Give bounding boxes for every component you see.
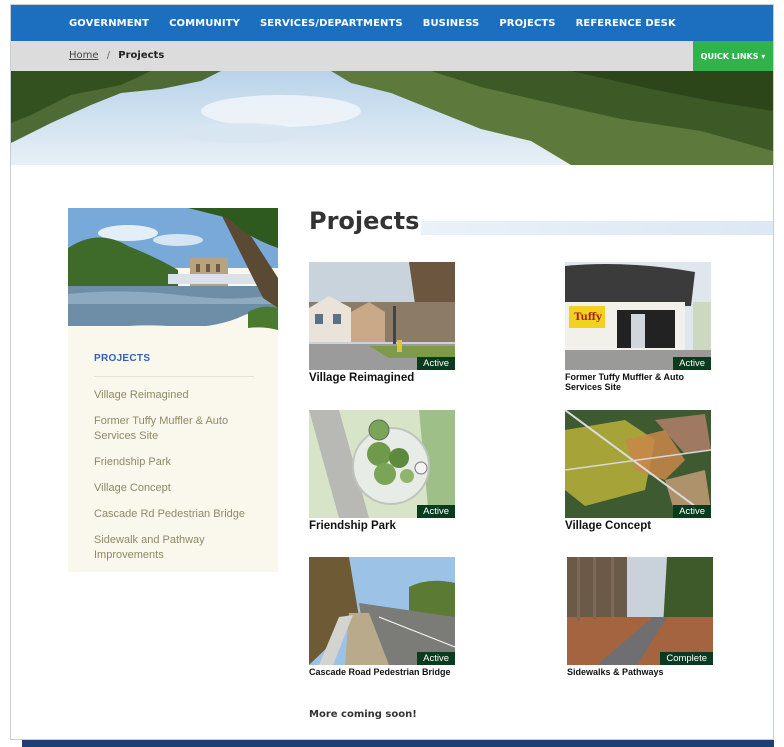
project-caption[interactable]: Village Reimagined [309,372,459,385]
breadcrumb-home-link[interactable]: Home [69,50,99,61]
project-card-sidewalks-pathways[interactable]: Complete Sidewalks & Pathways [567,557,717,677]
heading-accent-band [421,221,773,235]
status-badge: Active [417,652,455,665]
sidebar-item-friendship-park[interactable]: Friendship Park [94,455,264,470]
project-thumbnail[interactable]: Tuffy Active [565,262,711,370]
more-coming-note: More coming soon! [309,709,417,720]
web-page: GOVERNMENT COMMUNITY SERVICES/DEPARTMENT… [10,4,774,740]
hero-banner-image [11,71,773,165]
project-thumbnail[interactable]: Active [309,557,455,665]
project-card-cascade-road-bridge[interactable]: Active Cascade Road Pedestrian Bridge [309,557,459,677]
status-badge: Active [417,357,455,370]
project-card-friendship-park[interactable]: Active Friendship Park [309,410,459,533]
quick-links-button[interactable]: QUICK LINKS ▾ [693,41,773,71]
status-badge: Active [673,357,711,370]
nav-services-departments[interactable]: SERVICES/DEPARTMENTS [260,18,403,29]
sidebar-item-former-tuffy-muffler[interactable]: Former Tuffy Muffler & Auto Services Sit… [94,414,264,444]
breadcrumb-bar: Home / Projects [11,41,773,71]
status-badge: Active [417,505,455,518]
project-caption[interactable]: Friendship Park [309,520,459,533]
nav-projects[interactable]: PROJECTS [499,18,555,29]
sidebar: PROJECTS Village Reimagined Former Tuffy… [68,208,278,572]
project-caption[interactable]: Cascade Road Pedestrian Bridge [309,667,459,677]
project-thumbnail[interactable]: Complete [567,557,713,665]
sidebar-divider [94,376,254,377]
breadcrumb-current: Projects [118,50,165,61]
sidebar-dam-photo [68,208,278,348]
page-title: Projects [309,207,420,235]
project-caption[interactable]: Sidewalks & Pathways [567,667,717,677]
svg-text:Tuffy: Tuffy [574,312,603,323]
sidebar-title: PROJECTS [94,353,151,364]
status-badge: Active [673,505,711,518]
breadcrumb-separator: / [106,50,111,61]
project-card-village-reimagined[interactable]: Active Village Reimagined [309,262,459,385]
sidebar-item-cascade-rd-bridge[interactable]: Cascade Rd Pedestrian Bridge [94,507,264,522]
breadcrumb: Home / Projects [69,50,164,61]
project-thumbnail[interactable]: Active [309,262,455,370]
top-navigation: GOVERNMENT COMMUNITY SERVICES/DEPARTMENT… [11,5,773,41]
sidebar-item-sidewalk-pathway[interactable]: Sidewalk and Pathway Improvements [94,533,264,563]
project-card-former-tuffy-muffler[interactable]: Tuffy Active Former Tuffy Muffler & Auto… [565,262,715,392]
sidebar-item-village-concept[interactable]: Village Concept [94,481,264,496]
project-thumbnail[interactable]: Active [565,410,711,518]
project-thumbnail[interactable]: Active [309,410,455,518]
nav-government[interactable]: GOVERNMENT [69,18,149,29]
project-caption[interactable]: Village Concept [565,520,715,533]
sidebar-item-village-reimagined[interactable]: Village Reimagined [94,388,264,403]
project-card-village-concept[interactable]: Active Village Concept [565,410,715,533]
status-badge: Complete [660,652,713,665]
nav-community[interactable]: COMMUNITY [169,18,240,29]
nav-reference-desk[interactable]: REFERENCE DESK [576,18,676,29]
sidebar-links: Village Reimagined Former Tuffy Muffler … [94,388,264,574]
project-caption[interactable]: Former Tuffy Muffler & Auto Services Sit… [565,372,715,392]
nav-business[interactable]: BUSINESS [423,18,480,29]
